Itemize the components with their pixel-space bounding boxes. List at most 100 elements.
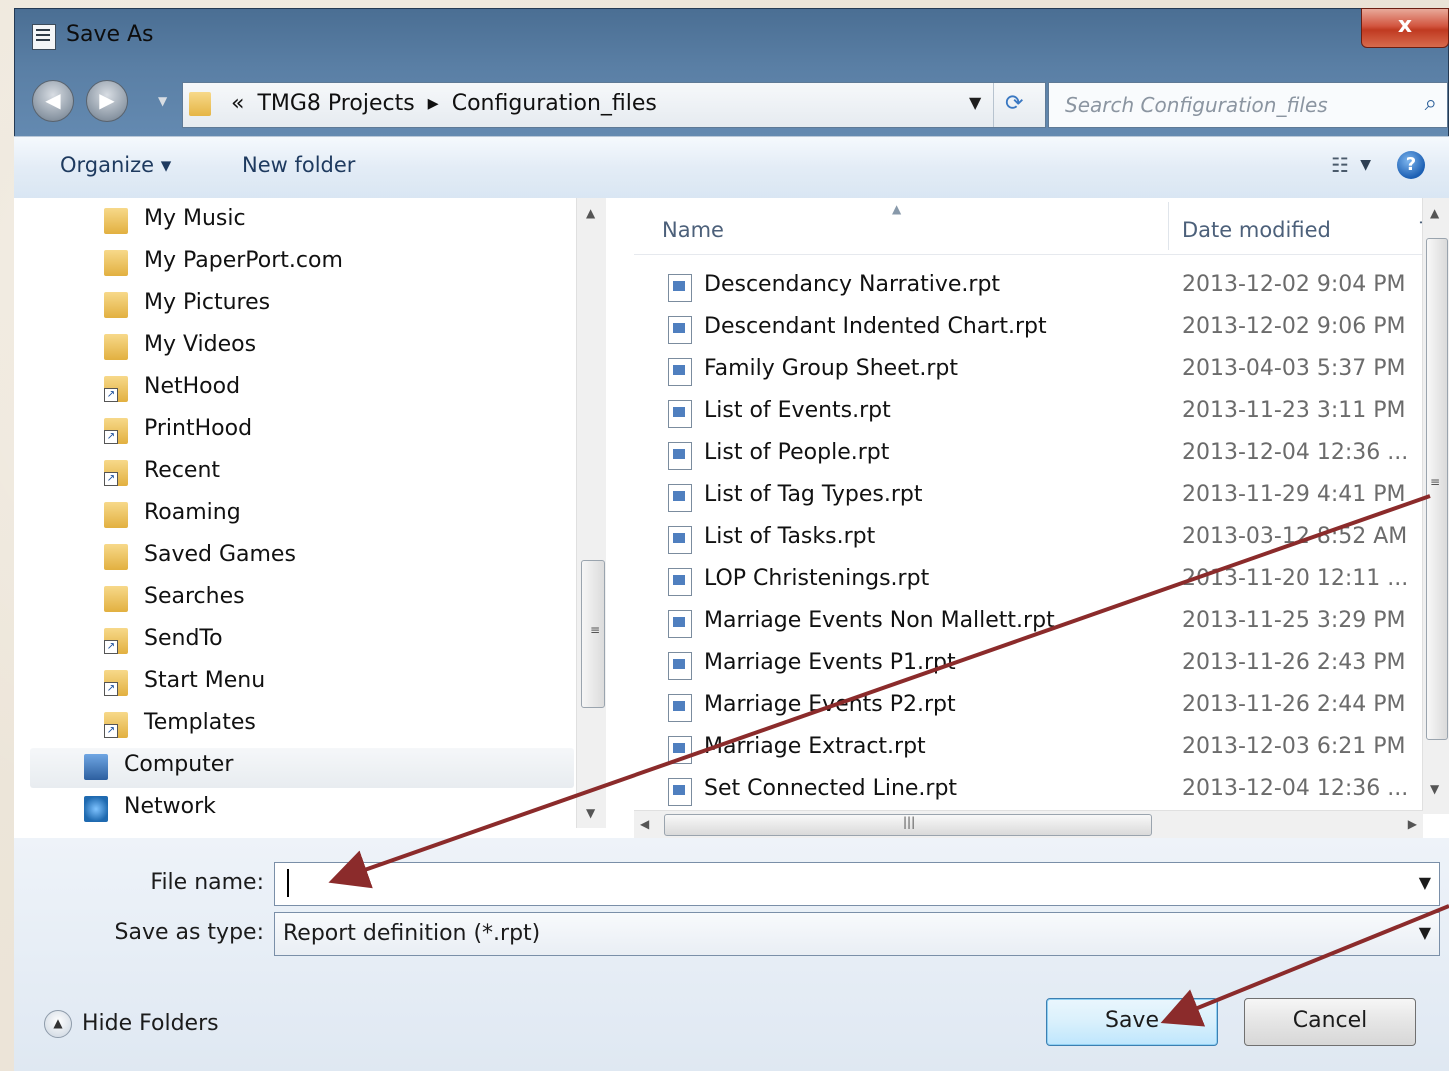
report-file-icon bbox=[668, 358, 692, 386]
nav-scrollbar[interactable]: ▲ ≡ ▼ bbox=[576, 198, 606, 828]
horizontal-scroll-thumb[interactable]: ||| bbox=[664, 814, 1152, 836]
search-input[interactable]: Search Configuration_files ⌕ bbox=[1048, 82, 1448, 128]
breadcrumb-separator[interactable]: ▸ bbox=[428, 91, 439, 116]
file-row[interactable]: Marriage Events P2.rpt 2013-11-26 2:44 PM… bbox=[634, 686, 1449, 728]
breadcrumb-configuration-files[interactable]: Configuration_files bbox=[452, 91, 657, 116]
file-date: 2013-03-12 8:52 AM bbox=[1182, 524, 1408, 549]
recent-locations-dropdown[interactable]: ▼ bbox=[158, 94, 167, 108]
column-name-header[interactable]: Name bbox=[662, 218, 724, 242]
save-as-type-dropdown-icon[interactable]: ▼ bbox=[1419, 923, 1431, 942]
grip-icon: ≡ bbox=[1430, 475, 1441, 489]
folder-icon bbox=[104, 292, 128, 318]
text-caret bbox=[287, 869, 289, 897]
file-list-vertical-scrollbar[interactable]: ▲ ≡ ▼ bbox=[1422, 198, 1449, 814]
scroll-right-icon[interactable]: ▶ bbox=[1408, 817, 1417, 831]
folder-icon bbox=[104, 502, 128, 528]
cancel-button[interactable]: Cancel bbox=[1244, 998, 1416, 1046]
file-row[interactable]: Marriage Events Non Mallett.rpt 2013-11-2… bbox=[634, 602, 1449, 644]
new-folder-button[interactable]: New folder bbox=[242, 153, 355, 177]
file-name: Marriage Events P2.rpt bbox=[704, 692, 956, 717]
file-name-dropdown-icon[interactable]: ▼ bbox=[1419, 873, 1431, 892]
scroll-up-icon[interactable]: ▲ bbox=[586, 206, 595, 220]
breadcrumb: « TMG8 Projects ▸ Configuration_files bbox=[231, 91, 663, 116]
views-icon[interactable]: ☷ bbox=[1331, 153, 1349, 177]
nav-item-label: SendTo bbox=[144, 626, 223, 651]
save-as-type-select[interactable]: Report definition (*.rpt) ▼ bbox=[274, 912, 1440, 956]
vertical-scroll-thumb[interactable]: ≡ bbox=[1426, 238, 1448, 740]
organize-button[interactable]: Organize ▾ bbox=[60, 153, 171, 177]
file-name: LOP Christenings.rpt bbox=[704, 566, 930, 591]
file-row[interactable]: List of Tasks.rpt2013-03-12 8:52 AMR bbox=[634, 518, 1449, 560]
scroll-up-icon[interactable]: ▲ bbox=[1430, 206, 1439, 220]
network-icon bbox=[84, 796, 108, 822]
shortcut-folder-icon bbox=[104, 628, 128, 654]
command-bar: Organize ▾ New folder ☷ ▼ ? bbox=[14, 136, 1449, 200]
address-bar[interactable]: « TMG8 Projects ▸ Configuration_files ▼ … bbox=[182, 82, 1046, 128]
nav-item-label: Network bbox=[124, 794, 216, 819]
folder-icon bbox=[189, 92, 211, 116]
views-dropdown-icon[interactable]: ▼ bbox=[1360, 157, 1371, 173]
report-file-icon bbox=[668, 568, 692, 596]
back-arrow-icon: ◀ bbox=[45, 88, 61, 112]
file-row[interactable]: Marriage Events P1.rpt 2013-11-26 2:43 PM… bbox=[634, 644, 1449, 686]
folder-icon bbox=[104, 586, 128, 612]
nav-item-label: Start Menu bbox=[144, 668, 266, 693]
folder-icon bbox=[104, 208, 128, 234]
scroll-left-icon[interactable]: ◀ bbox=[640, 817, 649, 831]
report-file-icon bbox=[668, 484, 692, 512]
file-name: Marriage Extract.rpt bbox=[704, 734, 926, 759]
column-divider[interactable] bbox=[1168, 202, 1169, 250]
nav-item-label: PrintHood bbox=[144, 416, 253, 441]
nav-item-label: My PaperPort.com bbox=[144, 248, 343, 273]
back-button[interactable]: ◀ bbox=[32, 80, 74, 122]
hide-folders-button[interactable]: ▲ Hide Folders bbox=[44, 1010, 219, 1038]
refresh-icon[interactable]: ⟳ bbox=[1005, 91, 1023, 116]
file-name: List of Tag Types.rpt bbox=[704, 482, 923, 507]
shortcut-folder-icon bbox=[104, 712, 128, 738]
forward-arrow-icon: ▶ bbox=[99, 88, 115, 112]
breadcrumb-tmg8-projects[interactable]: TMG8 Projects bbox=[257, 91, 414, 116]
file-name: Descendant Indented Chart.rpt bbox=[704, 314, 1047, 339]
address-dropdown-icon[interactable]: ▼ bbox=[969, 93, 981, 112]
file-name: List of Events.rpt bbox=[704, 398, 891, 423]
save-as-type-label: Save as type: bbox=[114, 920, 265, 945]
nav-item-label: Templates bbox=[144, 710, 256, 735]
file-row[interactable]: List of People.rpt2013-12-04 12:36 ...R bbox=[634, 434, 1449, 476]
file-date: 2013-11-26 2:44 PM bbox=[1182, 692, 1406, 717]
file-row[interactable]: Descendant Indented Chart.rpt 2013-12-02 … bbox=[634, 308, 1449, 350]
file-name-input[interactable]: ▼ bbox=[274, 862, 1440, 906]
nav-item-label: NetHood bbox=[144, 374, 241, 399]
file-row[interactable]: List of Tag Types.rpt2013-11-29 4:41 PMR bbox=[634, 476, 1449, 518]
nav-item-label: Roaming bbox=[144, 500, 241, 525]
hide-folders-label: Hide Folders bbox=[82, 1011, 219, 1036]
file-row[interactable]: Marriage Extract.rpt2013-12-03 6:21 PMR bbox=[634, 728, 1449, 770]
file-row[interactable]: Descendancy Narrative.rpt 2013-12-02 9:04… bbox=[634, 266, 1449, 308]
file-row[interactable]: List of Events.rpt2013-11-23 3:11 PMR bbox=[634, 392, 1449, 434]
column-date-header[interactable]: Date modified bbox=[1182, 218, 1331, 242]
file-row[interactable]: Set Connected Line.rpt 2013-12-04 12:36 .… bbox=[634, 770, 1449, 812]
computer-icon bbox=[84, 754, 108, 780]
nav-item-label: Saved Games bbox=[144, 542, 296, 567]
close-button[interactable]: x bbox=[1361, 8, 1449, 48]
shortcut-folder-icon bbox=[104, 670, 128, 696]
file-date: 2013-04-03 5:37 PM bbox=[1182, 356, 1406, 381]
nav-scroll-thumb[interactable]: ≡ bbox=[581, 560, 605, 708]
file-row[interactable]: LOP Christenings.rpt 2013-11-20 12:11 ...… bbox=[634, 560, 1449, 602]
file-row[interactable]: Family Group Sheet.rpt 2013-04-03 5:37 PM… bbox=[634, 350, 1449, 392]
file-date: 2013-11-26 2:43 PM bbox=[1182, 650, 1406, 675]
breadcrumb-overflow[interactable]: « bbox=[231, 91, 244, 116]
report-file-icon bbox=[668, 274, 692, 302]
search-icon[interactable]: ⌕ bbox=[1425, 91, 1437, 116]
file-name: Set Connected Line.rpt bbox=[704, 776, 958, 801]
scroll-down-icon[interactable]: ▼ bbox=[1430, 782, 1439, 796]
file-date: 2013-12-04 12:36 ... bbox=[1182, 776, 1409, 801]
help-icon[interactable]: ? bbox=[1397, 151, 1425, 179]
forward-button[interactable]: ▶ bbox=[86, 80, 128, 122]
save-button[interactable]: Save bbox=[1046, 998, 1218, 1046]
shortcut-folder-icon bbox=[104, 418, 128, 444]
report-file-icon bbox=[668, 694, 692, 722]
report-file-icon bbox=[668, 316, 692, 344]
scroll-down-icon[interactable]: ▼ bbox=[586, 806, 595, 820]
report-file-icon bbox=[668, 400, 692, 428]
file-list-horizontal-scrollbar[interactable]: ◀ ||| ▶ bbox=[634, 810, 1423, 839]
